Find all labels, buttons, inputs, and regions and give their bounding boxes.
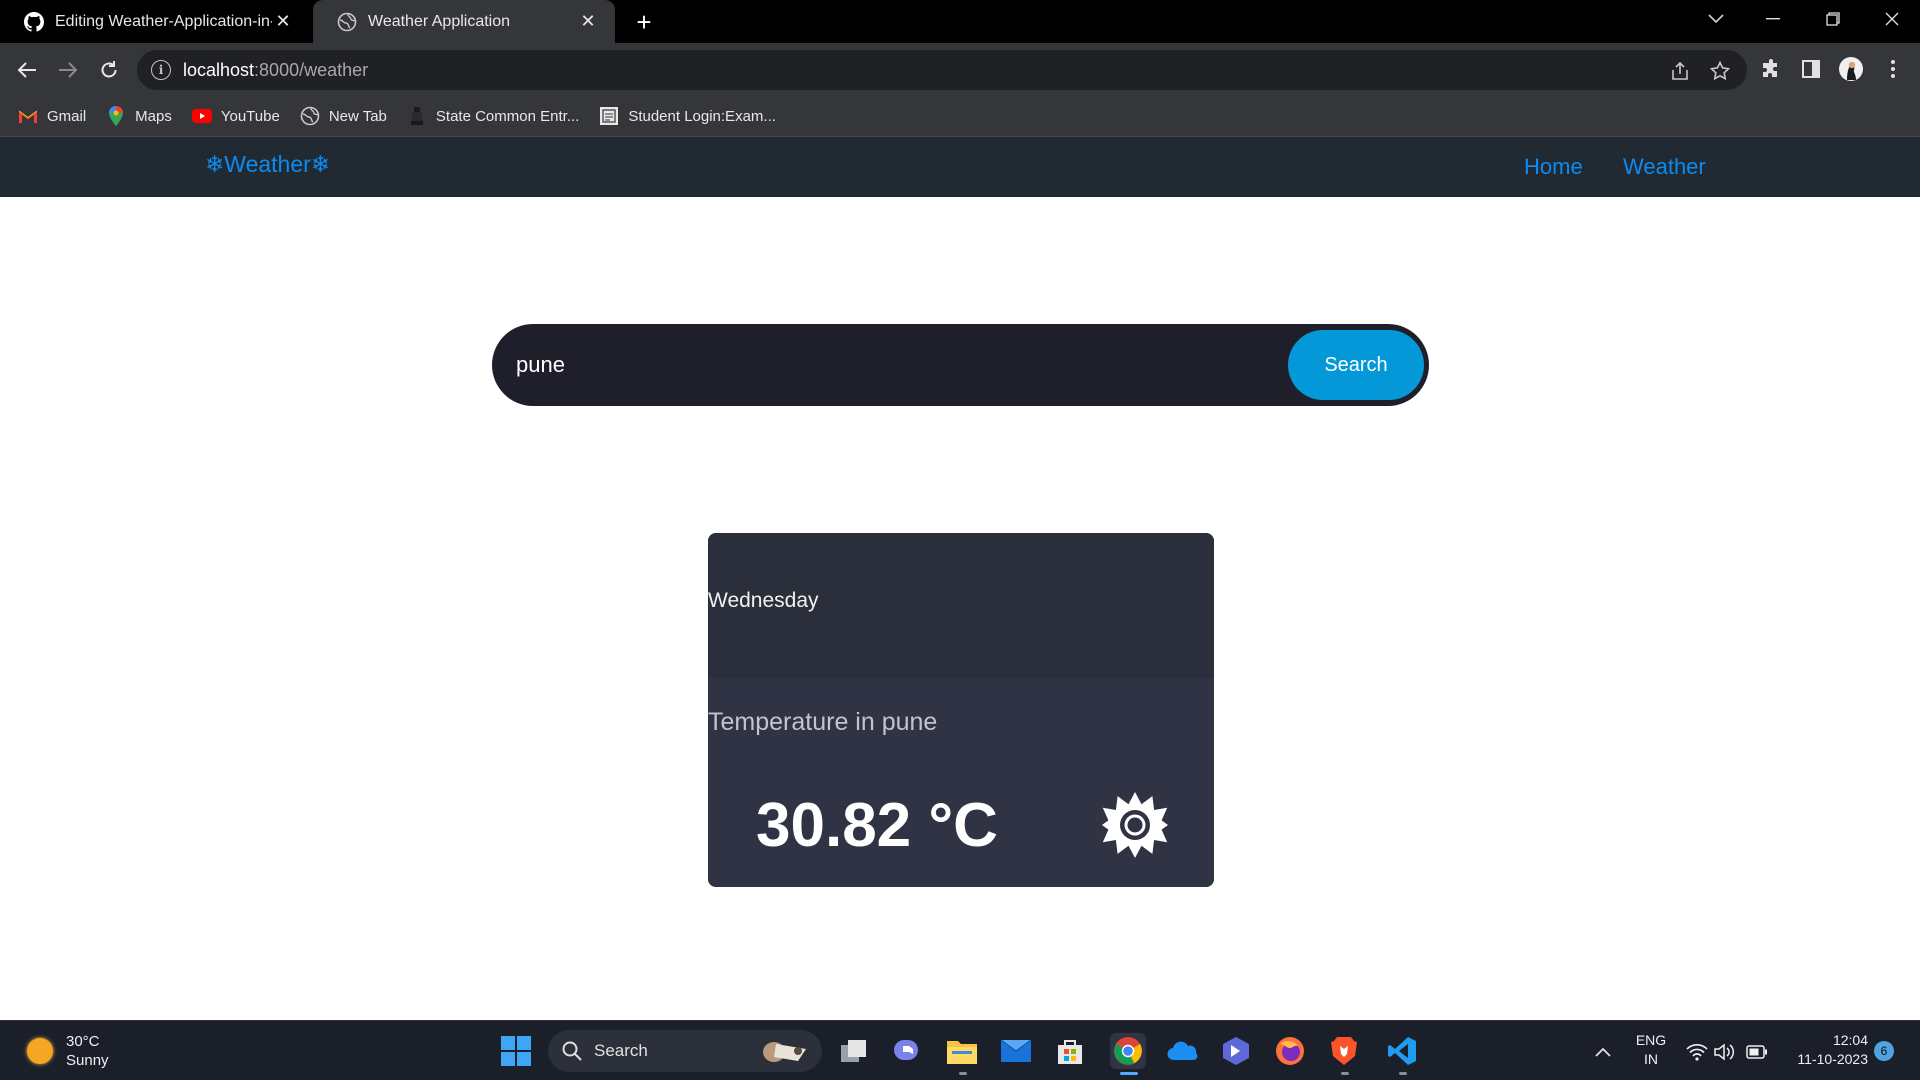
tab-search-chevron-icon[interactable] [1692,0,1740,38]
search-highlight-icon [763,1042,806,1062]
weather-card: Wednesday Temperature in pune 30.82 °C [708,533,1214,887]
bookmark-gmail[interactable]: Gmail [18,106,86,126]
bookmarks-bar: Gmail Maps YouTube New Tab State Common … [0,96,1920,137]
bookmark-maps[interactable]: Maps [106,106,172,126]
brand-link[interactable]: ❄Weather❄ [205,151,330,178]
windows-start-icon[interactable] [501,1036,531,1066]
bookmark-new-tab[interactable]: New Tab [300,106,387,126]
clock[interactable]: 12:04 11-10-2023 [1778,1031,1868,1069]
new-tab-button[interactable]: + [630,7,658,37]
close-icon[interactable]: ✕ [577,11,599,33]
temperature-label: Temperature in pune [708,708,938,736]
nav-link-weather[interactable]: Weather [1623,154,1706,180]
task-view-icon[interactable] [838,1035,870,1067]
search-button[interactable]: Search [1288,330,1424,400]
app-running-indicator [1341,1072,1349,1075]
bookmark-label: New Tab [328,107,387,125]
file-explorer-icon[interactable] [946,1035,978,1067]
nav-link-home[interactable]: Home [1524,154,1583,180]
maps-icon [106,106,126,126]
tab-weather-application[interactable]: Weather Application ✕ [313,0,615,43]
tab-title: Weather Application [368,12,511,30]
clock-date: 11-10-2023 [1797,1051,1868,1067]
bookmark-label: Maps [135,107,172,125]
temperature-value: 30.82 °C [756,791,998,860]
bookmark-label: Student Login:Exam... [628,107,776,125]
battery-icon[interactable] [1746,1041,1768,1063]
onedrive-icon[interactable] [1166,1035,1198,1067]
globe-icon [335,10,359,34]
language-code: ENG [1635,1032,1667,1048]
wifi-icon[interactable] [1686,1041,1708,1063]
sun-icon [1100,790,1170,860]
sun-icon [27,1038,53,1064]
github-icon [22,10,46,34]
extensions-icon[interactable] [1758,56,1784,82]
weather-card-body: Temperature in pune 30.82 °C [708,678,1214,887]
close-window-icon[interactable] [1868,0,1916,38]
windows-taskbar: 30°C Sunny Search ENG IN 12:04 11-10-202… [0,1020,1920,1080]
vscode-icon[interactable] [1386,1035,1418,1067]
tab-editing-weather-app[interactable]: Editing Weather-Application-in- ✕ [0,0,310,43]
mail-icon[interactable] [1000,1035,1032,1067]
menu-kebab-icon[interactable] [1880,56,1906,82]
restore-icon[interactable] [1809,0,1857,38]
globe-icon [300,106,320,126]
clock-time: 12:04 [1832,1032,1868,1048]
search-bar: Search [492,324,1429,406]
gmail-icon [18,106,38,126]
brave-icon[interactable] [1328,1035,1360,1067]
taskbar-weather-desc: Sunny [66,1052,109,1069]
url-host: localhost [183,59,255,80]
language-indicator[interactable]: ENG IN [1628,1031,1674,1069]
chrome-icon[interactable] [1110,1033,1146,1069]
close-icon[interactable]: ✕ [272,11,294,33]
app-running-indicator [1399,1072,1407,1075]
bookmark-star-icon[interactable] [1709,60,1731,82]
firefox-icon[interactable] [1274,1035,1306,1067]
exam-icon [599,106,619,126]
forward-arrow-icon[interactable] [53,55,83,85]
chevron-up-icon[interactable] [1592,1041,1614,1063]
minimize-icon[interactable] [1749,0,1797,38]
emblem-icon [407,106,427,126]
bookmark-label: YouTube [220,107,280,125]
azure-data-studio-icon[interactable] [1220,1035,1252,1067]
bookmark-state-common-entrance[interactable]: State Common Entr... [407,106,579,126]
bookmark-student-login[interactable]: Student Login:Exam... [599,106,776,126]
address-bar[interactable]: i localhost:8000/weather [137,50,1747,90]
taskbar-weather-temp: 30°C [66,1033,100,1050]
side-panel-icon[interactable] [1798,56,1824,82]
search-icon [562,1041,582,1061]
browser-tab-bar: Editing Weather-Application-in- ✕ Weathe… [0,0,1920,43]
site-info-icon[interactable]: i [151,60,171,80]
url-path: :8000/weather [254,59,369,80]
browser-toolbar: i localhost:8000/weather [0,43,1920,96]
notification-badge[interactable]: 6 [1874,1041,1894,1061]
tab-title: Editing Weather-Application-in- [55,12,272,30]
taskbar-weather-widget[interactable]: 30°C Sunny [27,1032,109,1070]
profile-avatar-icon[interactable] [1838,56,1864,82]
app-active-indicator [1120,1072,1138,1075]
region-code: IN [1644,1051,1658,1067]
microsoft-store-icon[interactable] [1054,1035,1086,1067]
bookmark-label: Gmail [47,107,87,125]
taskbar-search-label: Search [594,1041,648,1060]
back-arrow-icon[interactable] [12,55,42,85]
weather-card-header: Wednesday [708,533,1214,678]
app-running-indicator [959,1072,967,1075]
volume-icon[interactable] [1714,1041,1736,1063]
taskbar-search-box[interactable]: Search [548,1030,822,1072]
bookmark-label: State Common Entr... [435,107,580,125]
weather-day: Wednesday [708,589,819,612]
teams-chat-icon[interactable] [892,1035,924,1067]
reload-icon[interactable] [94,55,124,85]
share-icon[interactable] [1669,60,1691,82]
bookmark-youtube[interactable]: YouTube [191,106,280,126]
site-navbar: ❄Weather❄ Home Weather [0,137,1920,197]
city-search-input[interactable] [516,342,1256,388]
youtube-icon [191,106,212,126]
